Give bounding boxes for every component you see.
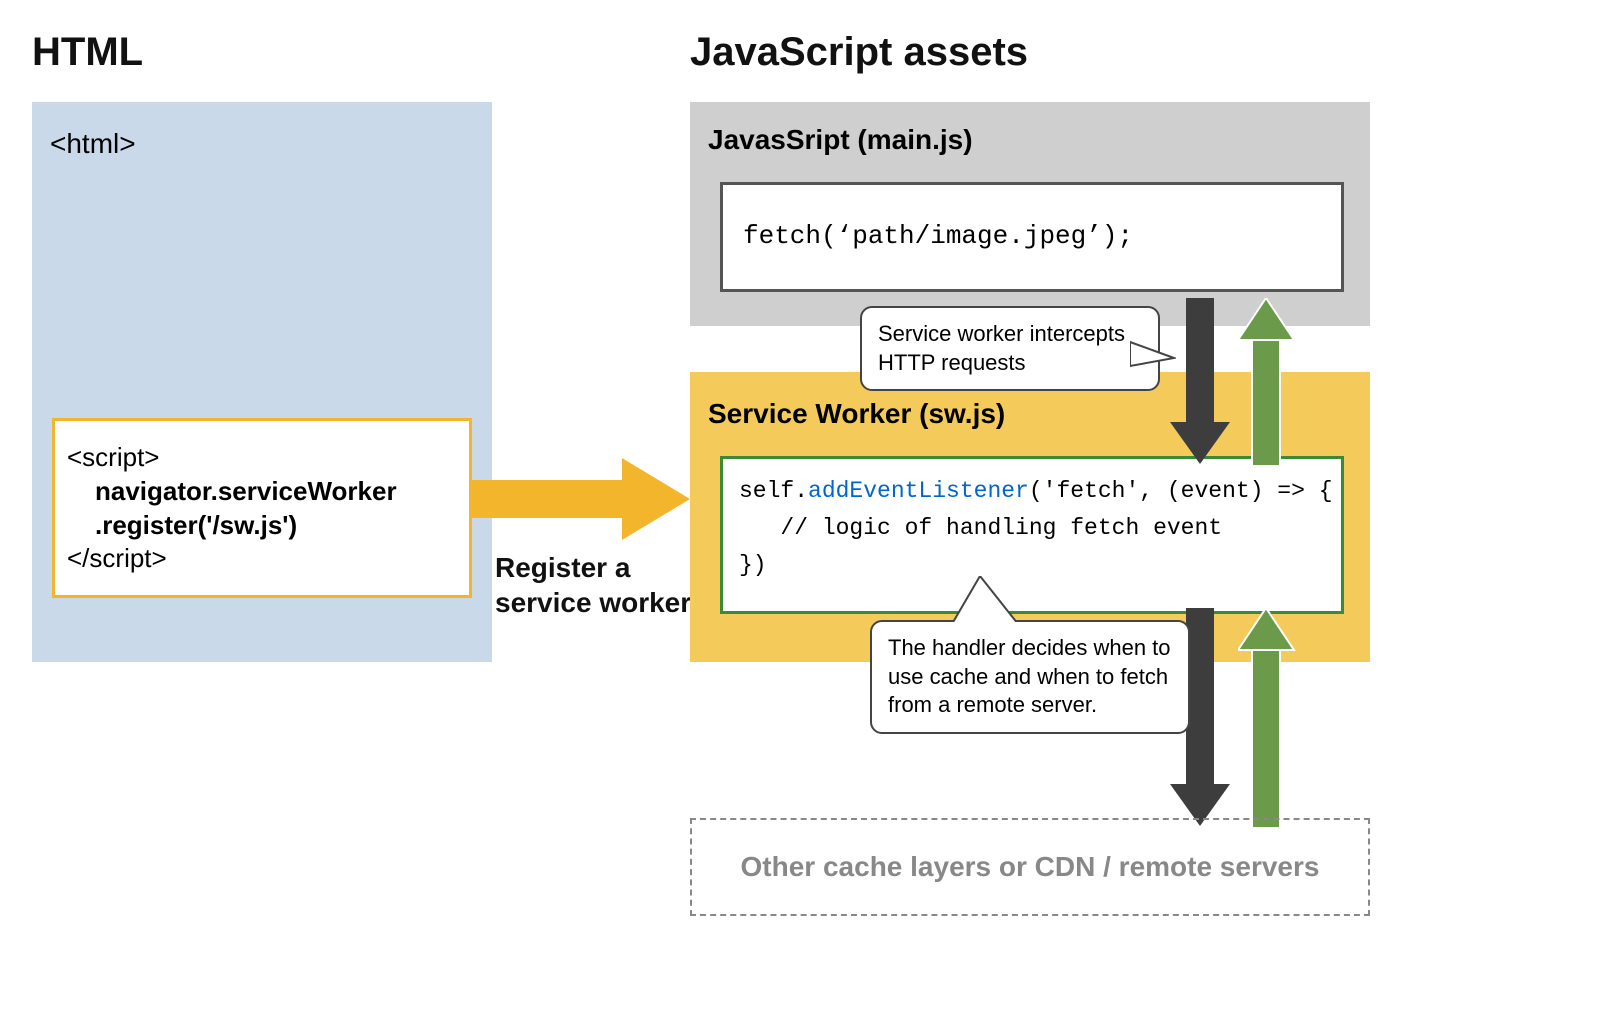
html-open-tag: <html> — [50, 128, 136, 160]
cdn-box: Other cache layers or CDN / remote serve… — [690, 818, 1370, 916]
script-line-1: navigator.serviceWorker — [67, 475, 457, 509]
arrow-up-bottom-icon — [1238, 608, 1298, 833]
arrow-down-top-icon — [1170, 298, 1230, 471]
fetch-code: fetch(‘path/image.jpeg’); — [723, 185, 1341, 287]
sw-code-box: self.addEventListener('fetch', (event) =… — [720, 456, 1344, 614]
register-arrow — [472, 454, 692, 549]
intercept-bubble: Service worker intercepts HTTP requests — [860, 306, 1160, 391]
fetch-code-box: fetch(‘path/image.jpeg’); — [720, 182, 1344, 292]
script-line-2: .register('/sw.js') — [67, 509, 457, 543]
handler-bubble: The handler decides when to use cache an… — [870, 620, 1190, 734]
script-registration-box: <script> navigator.serviceWorker .regist… — [52, 418, 472, 598]
script-close-tag: </script> — [67, 542, 457, 576]
handler-bubble-tail — [940, 576, 1020, 626]
cdn-label: Other cache layers or CDN / remote serve… — [741, 851, 1320, 883]
sw-title: Service Worker (sw.js) — [708, 398, 1005, 430]
register-label: Register a service worker — [495, 550, 695, 620]
js-section-title: JavaScript assets — [690, 30, 1028, 75]
script-open-tag: <script> — [67, 441, 457, 475]
sw-code: self.addEventListener('fetch', (event) =… — [723, 459, 1341, 597]
arrow-up-top-icon — [1238, 298, 1298, 471]
mainjs-title: JavasSript (main.js) — [708, 124, 973, 156]
intercept-bubble-tail — [1130, 340, 1176, 380]
html-section-title: HTML — [32, 30, 143, 75]
